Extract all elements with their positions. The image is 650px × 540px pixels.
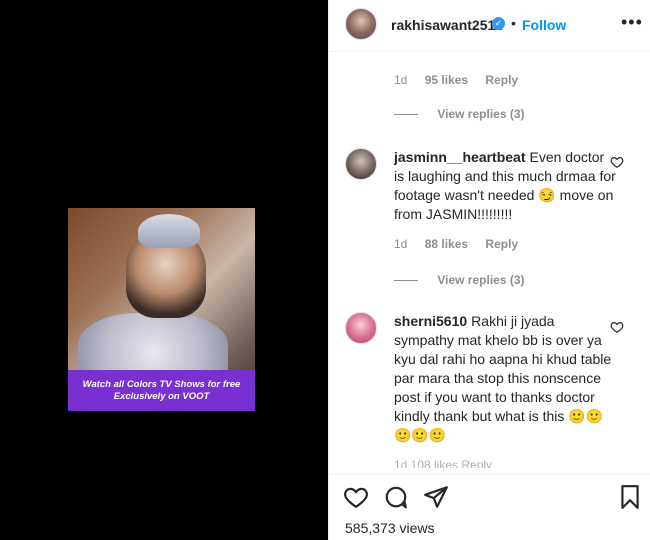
comment-body: jasminn__heartbeat Even doctor is laughin…: [394, 148, 616, 224]
reply-button[interactable]: Reply: [485, 73, 518, 87]
more-icon[interactable]: •••: [621, 12, 643, 33]
header-username[interactable]: rakhisawant2511: [391, 17, 502, 33]
comment-text: Rakhi ji jyada sympathy mat khelo bb is …: [394, 313, 612, 443]
view-count[interactable]: 585,373 views: [345, 520, 435, 536]
verified-icon: ✓: [492, 17, 505, 30]
comment-body: sherni5610 Rakhi ji jyada sympathy mat kh…: [394, 312, 616, 445]
post-header: rakhisawant2511 ✓ • Follow •••: [329, 0, 650, 52]
comment-meta: 1d 95 likes Reply: [394, 73, 518, 87]
comment-likes[interactable]: 95 likes: [425, 73, 468, 87]
view-replies-button[interactable]: View replies (3): [394, 107, 525, 121]
post-media-area: Watch all Colors TV Shows for free Exclu…: [0, 0, 328, 540]
comment-time[interactable]: 1d: [394, 237, 407, 251]
avatar[interactable]: [345, 8, 377, 40]
reply-button[interactable]: Reply: [485, 237, 518, 251]
view-replies-button[interactable]: View replies (3): [394, 273, 525, 287]
banner-line-1: Watch all Colors TV Shows for free: [82, 379, 241, 390]
comments-panel: rakhisawant2511 ✓ • Follow ••• 1d 95 lik…: [328, 0, 650, 540]
comment-icon[interactable]: [383, 484, 409, 510]
share-icon[interactable]: [423, 484, 449, 510]
separator-dot: •: [511, 15, 516, 31]
post-video[interactable]: Watch all Colors TV Shows for free Exclu…: [68, 208, 255, 411]
view-replies-label: View replies (3): [437, 273, 525, 287]
comment-likes[interactable]: 88 likes: [425, 237, 468, 251]
action-bar: 585,373 views: [329, 474, 650, 540]
comment-meta: 1d 88 likes Reply: [394, 237, 518, 251]
commenter-username[interactable]: jasminn__heartbeat: [394, 149, 526, 165]
view-replies-label: View replies (3): [437, 107, 525, 121]
comment-meta-faded: 1d 108 likes Reply: [394, 458, 493, 468]
like-comment-heart-icon[interactable]: [610, 155, 624, 169]
banner-line-2: Exclusively on VOOT: [113, 391, 210, 402]
commenter-username[interactable]: sherni5610: [394, 313, 467, 329]
bookmark-icon[interactable]: [617, 484, 643, 510]
commenter-avatar[interactable]: [345, 148, 377, 180]
comment-time[interactable]: 1d: [394, 73, 407, 87]
like-comment-heart-icon[interactable]: [610, 320, 624, 334]
replies-divider-line: [394, 280, 418, 282]
video-banner: Watch all Colors TV Shows for free Exclu…: [68, 370, 255, 411]
heart-icon[interactable]: [343, 484, 369, 510]
video-figure-cap: [138, 214, 200, 248]
commenter-avatar[interactable]: [345, 312, 377, 344]
follow-button[interactable]: Follow: [522, 17, 566, 33]
replies-divider-line: [394, 114, 418, 116]
